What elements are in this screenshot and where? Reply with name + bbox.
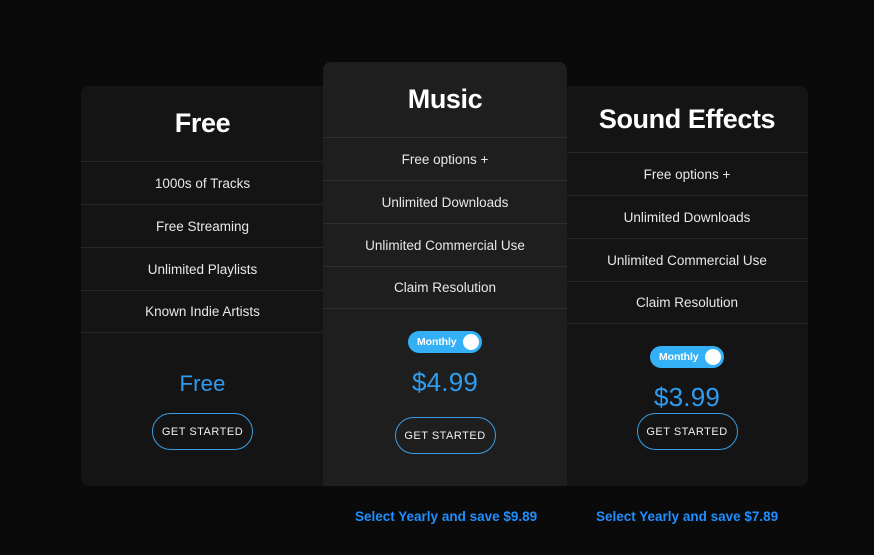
price-block-music: Monthly $4.99 GET STARTED <box>323 309 567 486</box>
feature-item: Unlimited Downloads <box>566 195 808 238</box>
feature-item: Unlimited Commercial Use <box>566 238 808 281</box>
feature-item: Known Indie Artists <box>81 290 324 333</box>
get-started-button-sound-effects[interactable]: GET STARTED <box>636 413 738 450</box>
pricing-card-music: Music Free options + Unlimited Downloads… <box>323 62 567 486</box>
billing-period-label: Monthly <box>417 336 457 348</box>
select-yearly-link-music[interactable]: Select Yearly and save $9.89 <box>355 509 537 524</box>
price-block-free: Free GET STARTED <box>81 333 324 486</box>
get-started-button-free[interactable]: GET STARTED <box>152 413 253 450</box>
select-yearly-link-sound-effects[interactable]: Select Yearly and save $7.89 <box>596 509 778 524</box>
feature-item: Unlimited Downloads <box>323 180 567 223</box>
plan-price-music: $4.99 <box>411 367 479 397</box>
feature-item: 1000s of Tracks <box>81 161 324 204</box>
price-block-sound-effects: Monthly $3.99 GET STARTED <box>566 324 808 486</box>
feature-item: Free options + <box>566 152 808 195</box>
feature-item: Unlimited Commercial Use <box>323 223 567 266</box>
toggle-knob-icon <box>705 349 721 365</box>
plan-price-free: Free <box>179 371 226 396</box>
pricing-page: Free 1000s of Tracks Free Streaming Unli… <box>0 0 874 555</box>
pricing-card-sound-effects: Sound Effects Free options + Unlimited D… <box>566 86 808 486</box>
feature-item: Free options + <box>323 137 567 180</box>
billing-period-toggle-music[interactable]: Monthly <box>408 331 482 353</box>
billing-period-toggle-sound-effects[interactable]: Monthly <box>650 346 724 368</box>
plan-price-sound-effects: $3.99 <box>653 382 721 412</box>
feature-list-sound-effects: Free options + Unlimited Downloads Unlim… <box>566 152 808 324</box>
feature-item: Claim Resolution <box>323 266 567 309</box>
plan-title-music: Music <box>407 84 483 114</box>
pricing-card-free: Free 1000s of Tracks Free Streaming Unli… <box>81 86 324 486</box>
feature-item: Unlimited Playlists <box>81 247 324 290</box>
get-started-button-music[interactable]: GET STARTED <box>394 417 496 454</box>
plan-title-sound-effects: Sound Effects <box>598 103 776 134</box>
toggle-knob-icon <box>463 334 479 350</box>
feature-list-free: 1000s of Tracks Free Streaming Unlimited… <box>81 161 324 333</box>
billing-period-label: Monthly <box>659 351 699 363</box>
feature-item: Free Streaming <box>81 204 324 247</box>
plan-title-free: Free <box>174 108 231 138</box>
feature-list-music: Free options + Unlimited Downloads Unlim… <box>323 137 567 309</box>
feature-item: Claim Resolution <box>566 281 808 324</box>
